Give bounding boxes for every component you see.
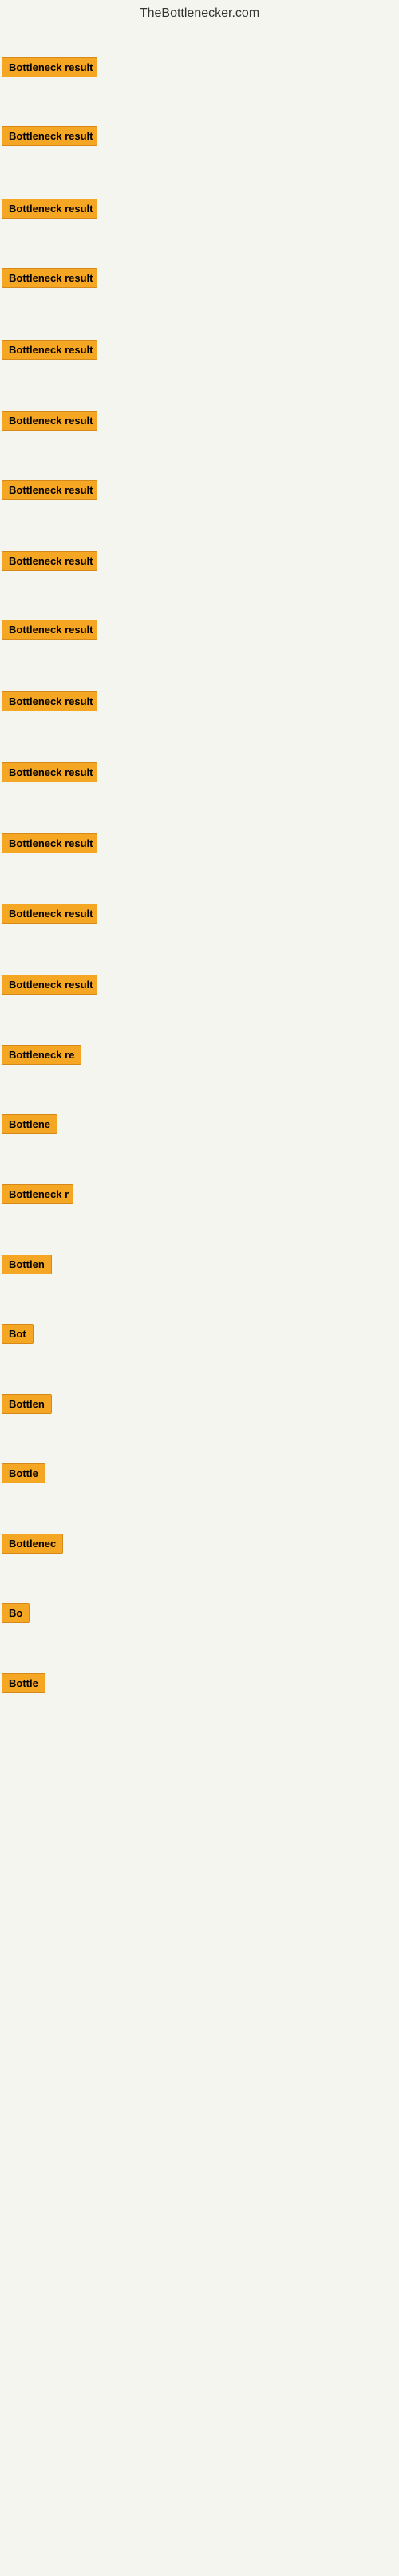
bottleneck-result-badge[interactable]: Bottlen [2,1394,52,1414]
bottleneck-result-row[interactable]: Bottlenec [2,1534,63,1558]
bottleneck-result-badge[interactable]: Bottleneck result [2,975,97,995]
bottleneck-result-badge[interactable]: Bottleneck result [2,762,97,782]
bottleneck-result-row[interactable]: Bottle [2,1673,45,1697]
bottleneck-result-badge[interactable]: Bottleneck r [2,1184,73,1204]
bottleneck-result-badge[interactable]: Bottleneck result [2,57,97,77]
bottleneck-result-badge[interactable]: Bottleneck result [2,340,97,360]
bottleneck-result-badge[interactable]: Bottlene [2,1114,57,1134]
bottleneck-result-row[interactable]: Bottleneck result [2,833,97,857]
bottleneck-result-badge[interactable]: Bottle [2,1463,45,1483]
bottleneck-result-row[interactable]: Bottleneck result [2,762,97,786]
bottleneck-result-badge[interactable]: Bottleneck result [2,620,97,640]
bottleneck-result-badge[interactable]: Bottleneck result [2,268,97,288]
bottleneck-result-row[interactable]: Bottleneck result [2,904,97,928]
bottleneck-result-badge[interactable]: Bottleneck result [2,833,97,853]
bottleneck-result-badge[interactable]: Bottleneck result [2,480,97,500]
bottleneck-result-row[interactable]: Bottlen [2,1394,52,1418]
bottleneck-result-row[interactable]: Bottleneck result [2,57,97,81]
bottleneck-result-row[interactable]: Bottleneck result [2,480,97,504]
bottleneck-result-row[interactable]: Bottleneck re [2,1045,81,1069]
bottleneck-result-row[interactable]: Bottleneck result [2,340,97,364]
bottleneck-result-row[interactable]: Bottleneck result [2,691,97,715]
bottleneck-result-badge[interactable]: Bot [2,1324,34,1344]
bottleneck-result-badge[interactable]: Bottleneck result [2,691,97,711]
bottleneck-result-row[interactable]: Bottlene [2,1114,57,1138]
bottleneck-result-row[interactable]: Bottle [2,1463,45,1487]
bottleneck-result-badge[interactable]: Bottleneck result [2,904,97,924]
bottleneck-result-badge[interactable]: Bottleneck result [2,199,97,219]
bottleneck-result-badge[interactable]: Bottlenec [2,1534,63,1554]
bottleneck-result-row[interactable]: Bottleneck r [2,1184,73,1208]
bottleneck-result-row[interactable]: Bo [2,1603,30,1627]
bottleneck-result-row[interactable]: Bottlen [2,1255,52,1278]
bottleneck-result-badge[interactable]: Bottleneck result [2,551,97,571]
bottleneck-result-badge[interactable]: Bottlen [2,1255,52,1274]
bottleneck-result-row[interactable]: Bottleneck result [2,199,97,223]
bottleneck-result-badge[interactable]: Bottle [2,1673,45,1693]
site-title: TheBottlenecker.com [0,0,399,24]
bottleneck-result-badge[interactable]: Bottleneck result [2,126,97,146]
bottleneck-result-row[interactable]: Bottleneck result [2,126,97,150]
bottleneck-result-badge[interactable]: Bottleneck re [2,1045,81,1065]
bottleneck-result-row[interactable]: Bottleneck result [2,268,97,292]
bottleneck-result-row[interactable]: Bottleneck result [2,411,97,435]
bottleneck-result-row[interactable]: Bottleneck result [2,975,97,998]
bottleneck-result-row[interactable]: Bot [2,1324,34,1348]
bottleneck-result-badge[interactable]: Bottleneck result [2,411,97,431]
bottleneck-result-badge[interactable]: Bo [2,1603,30,1623]
bottleneck-result-row[interactable]: Bottleneck result [2,551,97,575]
bottleneck-result-row[interactable]: Bottleneck result [2,620,97,644]
